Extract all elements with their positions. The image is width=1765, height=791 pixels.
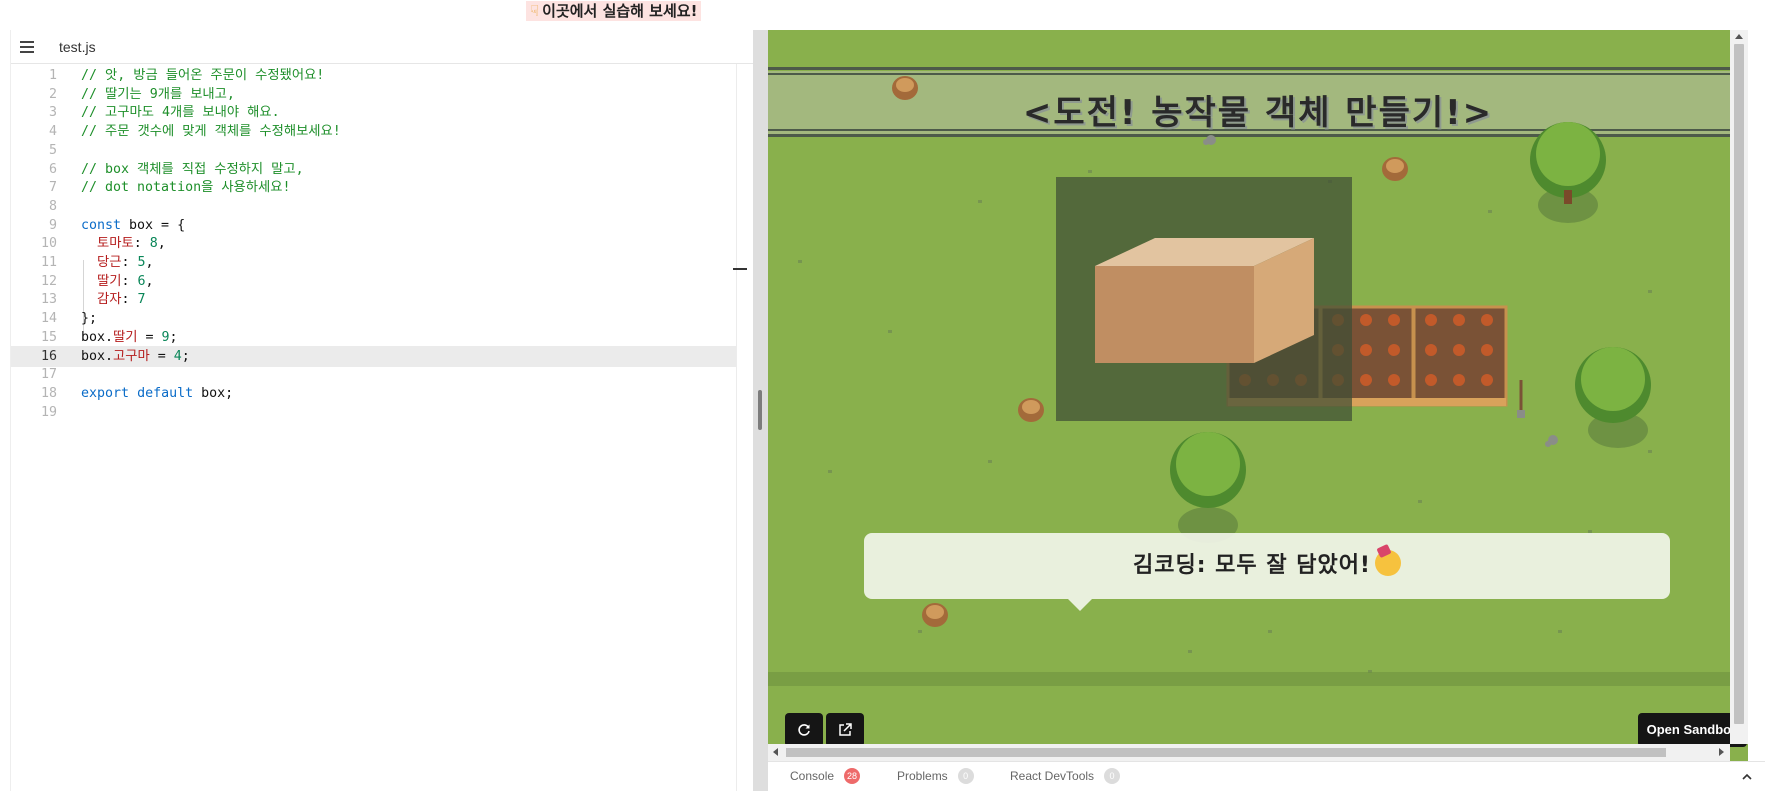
code-token: // 고구마도 4개를 보내야 해요. (81, 105, 280, 121)
code-token: }; (81, 311, 98, 327)
code-token: // 앗, 방금 들어온 주문이 수정됐어요! (81, 68, 325, 83)
dialog-text-wrapper: 김코딩: 모두 잘 담았어! (864, 533, 1670, 599)
preview-pane: <도전! 농작물 객체 만들기!> 김코딩: 모두 잘 담았어! Open Sa… (768, 30, 1748, 761)
code-token: 6 (137, 273, 146, 289)
code-token: 8 (149, 236, 158, 252)
code-token: 4 (173, 348, 182, 364)
code-token: : (121, 292, 138, 308)
code-token: box. (81, 348, 114, 364)
hamburger-menu-icon[interactable] (20, 41, 34, 53)
code-token: = (137, 329, 162, 345)
code-token: 딸기 (97, 273, 122, 289)
game-canvas: <도전! 농작물 객체 만들기!> 김코딩: 모두 잘 담았어! Open Sa… (768, 30, 1748, 747)
code-token: , (145, 273, 154, 289)
tab-console[interactable]: Console 28 (790, 762, 861, 791)
practice-banner: ☟ 이곳에서 실습해 보세요! (526, 1, 702, 21)
code-token: , (157, 236, 166, 252)
code-token: // 딸기는 9개를 보내고, (81, 86, 235, 102)
scroll-left-icon[interactable] (773, 748, 778, 756)
file-tab[interactable]: test.js (49, 30, 106, 64)
tab-react-devtools[interactable]: React DevTools 0 (1010, 762, 1121, 791)
preview-horizontal-scrollbar[interactable] (768, 744, 1730, 761)
code-token: default (137, 385, 194, 401)
partying-face-icon (1374, 550, 1401, 576)
code-token: ; (169, 329, 178, 345)
code-token: 당근 (97, 255, 122, 270)
code-token: : (121, 273, 138, 289)
scrollbar-thumb[interactable] (1734, 44, 1744, 724)
code-token: : (133, 236, 150, 252)
code-editor: test.js 1// 앗, 방금 들어온 주문이 수정됐어요! 2// 딸기는 … (10, 30, 754, 791)
problems-count-badge: 0 (957, 768, 974, 784)
editor-tab-bar: test.js (11, 30, 754, 64)
code-token: box; (193, 385, 234, 401)
open-external-icon (839, 723, 852, 736)
code-token: 7 (137, 292, 146, 308)
code-area[interactable]: 1// 앗, 방금 들어온 주문이 수정됐어요! 2// 딸기는 9개를 보내고,… (11, 64, 736, 791)
code-token: ; (181, 348, 190, 364)
preview-vertical-scrollbar[interactable] (1730, 30, 1748, 744)
code-line[interactable]: 19 (11, 402, 736, 423)
scrollbar-marker (733, 268, 747, 270)
code-token: , (145, 255, 154, 270)
scroll-up-icon[interactable] (1735, 34, 1743, 39)
dialog-tail (1068, 599, 1092, 611)
code-token: 딸기 (113, 329, 138, 345)
scroll-right-icon[interactable] (1719, 748, 1724, 756)
code-token: 토마토 (97, 236, 134, 252)
devtools-bar: Console 28 Problems 0 React DevTools 0 (768, 761, 1765, 791)
console-count-badge: 28 (844, 768, 861, 784)
pane-splitter[interactable] (753, 30, 768, 791)
code-token: : (121, 255, 138, 270)
open-external-button[interactable] (826, 713, 864, 747)
code-token: box. (81, 329, 114, 345)
code-token: // dot notation을 사용하세요! (81, 180, 291, 196)
game-title: <도전! 농작물 객체 만들기!> (1022, 93, 1494, 133)
chevron-up-icon[interactable] (1740, 770, 1754, 784)
refresh-icon (798, 724, 810, 736)
tab-problems[interactable]: Problems 0 (897, 762, 974, 791)
code-token: export (81, 385, 130, 401)
code-token: 감자 (97, 292, 122, 308)
code-token: const (81, 217, 122, 233)
editor-scrollbar[interactable] (736, 64, 754, 791)
banner-label: 이곳에서 실습해 보세요! (542, 2, 698, 20)
dialog-text: 김코딩: 모두 잘 담았어! (1133, 553, 1371, 578)
code-token: 9 (161, 329, 170, 345)
code-token: // box 객체를 직접 수정하지 말고, (81, 161, 304, 177)
react-devtools-count-badge: 0 (1104, 768, 1121, 784)
top-banner: ☟ 이곳에서 실습해 보세요! (0, 0, 1765, 28)
splitter-handle[interactable] (758, 390, 762, 430)
scrollbar-thumb[interactable] (786, 748, 1666, 757)
code-token: box = { (121, 217, 186, 233)
code-token: // 주문 갯수에 맞게 객체를 수정해보세요! (81, 124, 341, 140)
refresh-button[interactable] (785, 713, 823, 747)
pointing-hand-icon: ☟ (530, 2, 540, 20)
code-token: = (149, 348, 174, 364)
line-number: 19 (40, 404, 57, 420)
code-token: 5 (137, 255, 146, 270)
code-token: 고구마 (113, 348, 150, 364)
